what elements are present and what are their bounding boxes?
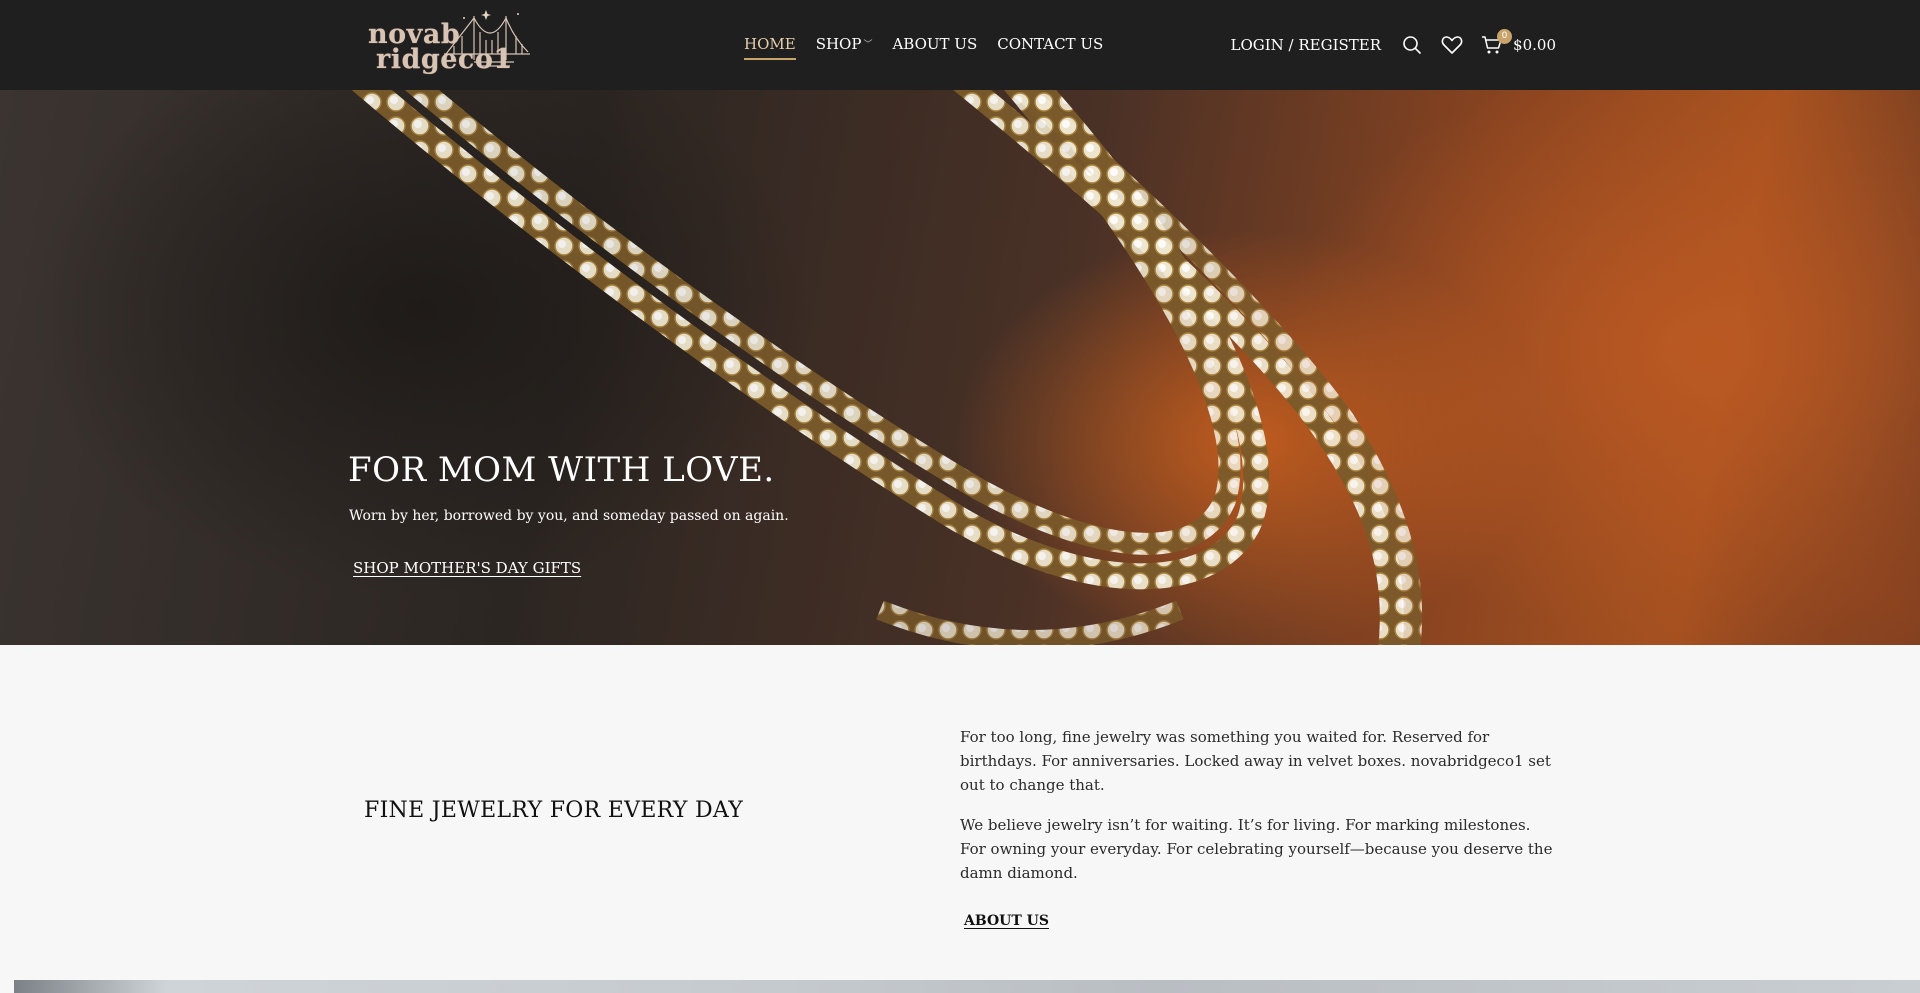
cart-count-badge: 0: [1497, 29, 1513, 44]
site-logo[interactable]: novab ridgeco1: [364, 8, 530, 82]
nav-about-us-label: ABOUT US: [892, 35, 978, 53]
login-register-link[interactable]: LOGIN / REGISTER: [1230, 36, 1381, 54]
nav-home[interactable]: HOME: [744, 34, 796, 60]
hero-banner: FOR MOM WITH LOVE. Worn by her, borrowed…: [0, 90, 1920, 645]
search-button[interactable]: [1401, 34, 1423, 56]
hero-necklace-image: [351, 90, 1423, 645]
about-paragraph-2: We believe jewelry isn’t for waiting. It…: [960, 816, 1553, 882]
nav-home-label: HOME: [744, 35, 796, 53]
about-us-link[interactable]: ABOUT US: [964, 913, 1049, 929]
main-nav: HOME SHOP ﹀ ABOUT US CONTACT US: [744, 34, 1123, 60]
heart-icon: [1441, 36, 1463, 54]
chevron-down-icon: ﹀: [863, 40, 873, 50]
hero-title: FOR MOM WITH LOVE.: [348, 450, 775, 490]
cart-button[interactable]: 0 $0.00: [1481, 29, 1556, 55]
header-actions: LOGIN / REGISTER 0 $0.00: [1230, 28, 1556, 62]
about-section: FINE JEWELRY FOR EVERY DAY For too long,…: [0, 645, 1920, 980]
bridge-icon: [444, 10, 530, 67]
nav-about-us[interactable]: ABOUT US: [892, 34, 977, 56]
nav-shop[interactable]: SHOP ﹀: [816, 34, 873, 56]
nav-contact-us-label: CONTACT US: [997, 35, 1104, 53]
cart-total: $0.00: [1513, 36, 1556, 54]
next-section-image-peek: [14, 980, 1920, 993]
wishlist-button[interactable]: [1441, 34, 1463, 56]
about-heading: FINE JEWELRY FOR EVERY DAY: [364, 798, 744, 823]
nav-shop-label: SHOP: [815, 35, 862, 53]
hero-subtitle: Worn by her, borrowed by you, and someda…: [349, 508, 789, 524]
site-header: novab ridgeco1 HOME SHOP ﹀ ABOUT US CONT…: [0, 0, 1920, 90]
about-text-block: For too long, fine jewelry was something…: [960, 725, 1560, 929]
about-paragraph-1: For too long, fine jewelry was something…: [960, 728, 1551, 794]
nav-contact-us[interactable]: CONTACT US: [997, 34, 1103, 56]
shop-mothers-day-gifts-link[interactable]: SHOP MOTHER'S DAY GIFTS: [353, 559, 581, 577]
search-icon: [1403, 36, 1422, 55]
